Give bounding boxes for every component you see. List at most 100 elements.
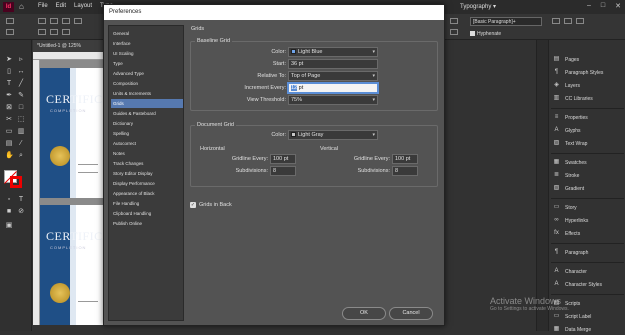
zoom-tool-icon[interactable]: ⌕ [17,152,25,160]
fill-stroke-swatch[interactable] [4,170,22,188]
gradient-tool-icon[interactable]: ▭ [5,128,13,136]
stroke-color-icon[interactable] [10,176,22,188]
shading-icon[interactable] [552,18,560,24]
category-item-advanced-type[interactable]: Advanced Type [111,69,183,78]
align-towards-spine-icon[interactable] [38,29,46,35]
border-icon[interactable] [564,18,572,24]
panel-text-wrap[interactable]: ▨ Text Wrap [553,138,588,149]
bullets-icon[interactable] [450,18,458,24]
panel-cc-libraries[interactable]: ▥ CC Libraries [553,93,593,104]
grids-in-back-checkbox[interactable]: ✓ Grids in Back [190,202,232,208]
panel-paragraph[interactable]: ¶ Paragraph [553,247,588,258]
align-center-icon[interactable] [50,18,58,24]
align-right-icon[interactable] [62,18,70,24]
panel-paragraph-styles[interactable]: ¶ Paragraph Styles [553,67,603,78]
cancel-button[interactable]: Cancel [389,307,433,320]
line-tool-icon[interactable]: ╱ [17,80,25,88]
category-item-spelling[interactable]: Spelling [111,129,183,138]
category-item-type[interactable]: Type [111,59,183,68]
rectangle-tool-icon[interactable]: □ [17,104,25,112]
justify-icon[interactable] [74,18,82,24]
pencil-tool-icon[interactable]: ✎ [17,92,25,100]
pen-tool-icon[interactable]: ✒ [5,92,13,100]
panel-swatches[interactable]: ▦ Swatches [553,157,587,168]
category-item-notes[interactable]: Notes [111,149,183,158]
direct-selection-tool-icon[interactable]: ▹ [17,56,25,64]
panel-character[interactable]: A Character [553,266,586,277]
baseline-threshold-dropdown[interactable]: 75% ▾ [288,95,378,105]
page-tool-icon[interactable]: ▯ [5,68,13,76]
text-mode-icon[interactable] [6,18,14,24]
panel-character-styles[interactable]: A Character Styles [553,279,601,290]
maximize-icon[interactable]: □ [601,2,605,10]
panel-pages[interactable]: ▤ Pages [553,54,580,65]
scissors-tool-icon[interactable]: ✂ [5,116,13,124]
menu-file[interactable]: File [38,3,48,9]
paragraph-style-select[interactable]: [Basic Paragraph]+ [470,17,542,26]
category-item-display-performance[interactable]: Display Performance [111,179,183,188]
columns-icon[interactable] [576,18,584,24]
vertical-subdivisions-field[interactable]: 8 [392,166,418,176]
category-item-track-changes[interactable]: Track Changes [111,159,183,168]
menu-edit[interactable]: Edit [56,3,66,9]
workspace-switcher[interactable]: Typography ▾ [460,3,496,10]
ok-button[interactable]: OK [342,307,386,320]
gradient-feather-tool-icon[interactable]: ▥ [17,128,25,136]
panel-hyperlinks[interactable]: ∞ Hyperlinks [553,215,588,226]
panel-properties[interactable]: ≡ Properties [553,112,588,123]
category-item-story-editor-display[interactable]: Story Editor Display [111,169,183,178]
horizontal-subdivisions-field[interactable]: 8 [270,166,296,176]
baseline-increment-field[interactable]: 12 pt [288,83,378,93]
hand-tool-icon[interactable]: ✋ [5,152,14,160]
category-item-general[interactable]: General [111,29,183,38]
numbering-icon[interactable] [450,29,458,35]
panel-script-label[interactable]: ▭ Script Label [553,311,592,322]
category-item-publish-online[interactable]: Publish Online [111,219,183,228]
baseline-start-field[interactable]: 36 pt [288,59,378,69]
selection-tool-icon[interactable]: ➤ [5,56,13,64]
category-item-grids[interactable]: Grids [111,99,183,108]
apply-none-icon[interactable]: ⊘ [17,208,25,216]
category-item-ui-scaling[interactable]: UI Scaling [111,49,183,58]
document-tab[interactable]: *Untitled-1 @ 125% [33,40,103,52]
baseline-relative-dropdown[interactable]: Top of Page ▾ [288,71,378,81]
category-item-guides-pasteboard[interactable]: Guides & Pasteboard [111,109,183,118]
align-away-spine-icon[interactable] [50,29,58,35]
free-transform-tool-icon[interactable]: ⬚ [17,116,25,124]
category-item-appearance-of-black[interactable]: Appearance of Black [111,189,183,198]
panel-story[interactable]: ▭ Story [553,202,577,213]
panel-layers[interactable]: ◈ Layers [553,80,580,91]
category-item-interface[interactable]: Interface [111,39,183,48]
type-tool-icon[interactable]: T [5,80,13,88]
justify-all-icon[interactable] [62,29,70,35]
gap-tool-icon[interactable]: ↔ [17,68,25,76]
formatting-container-icon[interactable]: ▫ [5,196,13,204]
screen-mode-icon[interactable]: ▣ [5,222,13,230]
rectangle-frame-tool-icon[interactable]: ⊠ [5,104,13,112]
close-icon[interactable]: ✕ [615,2,621,10]
paragraph-mode-icon[interactable] [6,29,14,35]
home-icon[interactable]: ⌂ [19,2,24,11]
vertical-gridline-field[interactable]: 100 pt [392,154,418,164]
panel-stroke[interactable]: ≣ Stroke [553,170,579,181]
apply-color-icon[interactable]: ■ [5,208,13,216]
eyedropper-tool-icon[interactable]: ⁄ [17,140,25,148]
hyphenate-checkbox[interactable]: Hyphenate [470,31,501,37]
minimize-icon[interactable]: – [587,2,591,10]
menu-layout[interactable]: Layout [74,3,92,9]
document-canvas[interactable]: CERTIFICATE COMPLETION CERTIFICATE COMPL… [40,60,103,325]
panel-glyphs[interactable]: A Glyphs [553,125,580,136]
panel-gradient[interactable]: ▧ Gradient [553,183,585,194]
panel-data-merge[interactable]: ▦ Data Merge [553,324,591,335]
category-item-clipboard-handling[interactable]: Clipboard Handling [111,209,183,218]
panel-effects[interactable]: fx Effects [553,228,580,239]
document-grid-color-dropdown[interactable]: Light Gray ▾ [288,130,378,140]
horizontal-gridline-field[interactable]: 100 pt [270,154,296,164]
category-item-units-increments[interactable]: Units & Increments [111,89,183,98]
note-tool-icon[interactable]: ▤ [5,140,13,148]
align-left-icon[interactable] [38,18,46,24]
category-item-file-handling[interactable]: File Handling [111,199,183,208]
category-item-composition[interactable]: Composition [111,79,183,88]
panel-dock-gutter[interactable] [536,40,548,331]
category-item-autocorrect[interactable]: Autocorrect [111,139,183,148]
